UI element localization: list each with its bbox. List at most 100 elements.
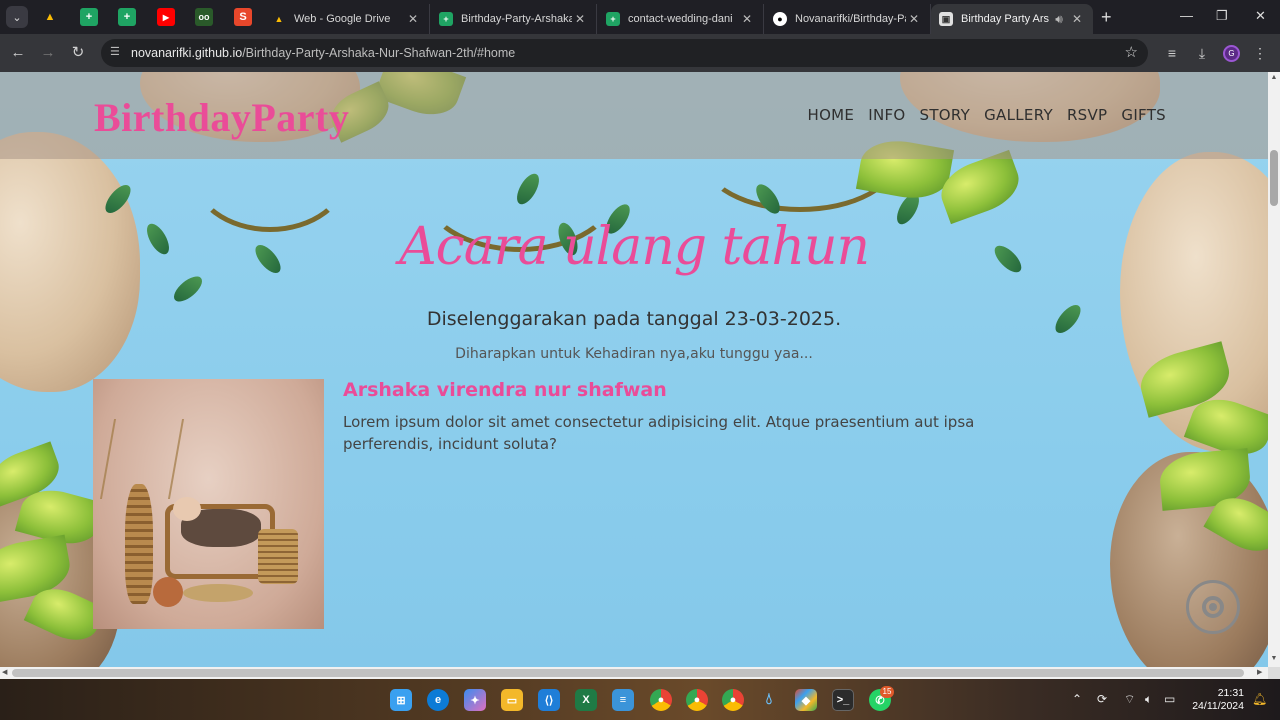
scrollbar-corner: [1268, 667, 1280, 679]
site-brand-logo[interactable]: BirthdayParty: [94, 94, 349, 141]
sheets-pinned-tab-2[interactable]: +: [118, 8, 136, 26]
shop-pinned-tab[interactable]: S: [234, 8, 252, 26]
chrome-icon[interactable]: ●: [722, 689, 744, 711]
file-explorer-icon[interactable]: ▭: [501, 689, 523, 711]
photo-basket: [258, 529, 298, 584]
tab-title: Web - Google Drive: [294, 13, 391, 25]
vscode-icon[interactable]: ⟨⟩: [538, 689, 560, 711]
download-icon[interactable]: ⤓: [1192, 43, 1212, 63]
git-icon[interactable]: ◆: [795, 689, 817, 711]
google-sheets-icon: +: [439, 12, 453, 26]
photo-vase: [125, 484, 153, 604]
chrome-icon[interactable]: ●: [650, 689, 672, 711]
site-info-icon[interactable]: ☰: [110, 45, 124, 59]
minimize-icon[interactable]: —: [1180, 8, 1193, 23]
photo-baby-head: [173, 497, 201, 521]
close-icon[interactable]: ✕: [572, 12, 588, 26]
audio-icon[interactable]: 🔊︎: [1049, 12, 1069, 27]
bookmark-star-icon[interactable]: ☆: [1125, 43, 1138, 61]
terminal-icon[interactable]: >_: [832, 689, 854, 711]
nav-home[interactable]: HOME: [808, 106, 855, 124]
nav-rsvp[interactable]: RSVP: [1067, 106, 1107, 124]
google-sheets-icon: +: [606, 12, 620, 26]
site-menu: HOME INFO STORY GALLERY RSVP GIFTS: [808, 106, 1167, 124]
notepad-icon[interactable]: ≡: [612, 689, 634, 711]
baby-photo: [93, 379, 324, 629]
tab-sheets-birthday[interactable]: + Birthday-Party-Arshaka- ✕: [431, 4, 597, 34]
youtube-pinned-tab[interactable]: ▶: [157, 8, 175, 26]
tab-title: Novanarifki/Birthday-Pa: [795, 13, 906, 25]
horizontal-scroll-thumb[interactable]: [12, 669, 1244, 677]
url-host: novanarifki.github.io: [131, 46, 243, 60]
url-text[interactable]: novanarifki.github.io/Birthday-Party-Ars…: [131, 46, 515, 60]
close-icon[interactable]: ✕: [739, 12, 755, 26]
photo-mat: [183, 584, 253, 602]
tab-title: Birthday Party Arsha: [961, 13, 1049, 25]
github-icon: ●: [773, 12, 787, 26]
windows-start-icon[interactable]: ⊞: [390, 689, 412, 711]
battery-icon[interactable]: ▭: [1164, 692, 1175, 706]
url-path: /Birthday-Party-Arshaka-Nur-Shafwan-2th/…: [242, 46, 516, 60]
music-disc-icon: [1209, 603, 1217, 611]
tab-birthday-party-active[interactable]: ▣ Birthday Party Arsha 🔊︎ ✕: [931, 4, 1093, 34]
drop-icon[interactable]: 💧︎: [758, 689, 780, 711]
tab-google-drive[interactable]: ▲ Web - Google Drive ✕: [264, 4, 430, 34]
sheets-pinned-tab-1[interactable]: +: [80, 8, 98, 26]
address-bar[interactable]: ☰ novanarifki.github.io/Birthday-Party-A…: [101, 39, 1148, 67]
vertical-scroll-thumb[interactable]: [1270, 150, 1278, 206]
reload-icon[interactable]: ↻: [68, 43, 88, 63]
edge-icon[interactable]: e: [427, 689, 449, 711]
reading-list-icon[interactable]: ≡: [1162, 43, 1182, 63]
profile-avatar[interactable]: G: [1223, 45, 1240, 62]
google-drive-pinned-tab[interactable]: ▲: [41, 8, 59, 26]
notification-bell-icon[interactable]: 🔔︎: [1252, 692, 1267, 706]
tab-github[interactable]: ● Novanarifki/Birthday-Pa ✕: [765, 4, 931, 34]
tab-search-button[interactable]: ⌄: [6, 6, 28, 28]
tab-sheets-contact[interactable]: + contact-wedding-dani ✕: [598, 4, 764, 34]
close-icon[interactable]: ✕: [1069, 12, 1085, 26]
nav-gallery[interactable]: GALLERY: [984, 106, 1053, 124]
photo-pot: [153, 577, 183, 607]
window-close-icon[interactable]: ✕: [1255, 8, 1266, 24]
restore-icon[interactable]: ❐: [1216, 8, 1228, 24]
hero-subtitle: Diselenggarakan pada tanggal 23-03-2025.: [426, 308, 842, 330]
scroll-down-icon[interactable]: ▼: [1268, 655, 1280, 662]
close-icon[interactable]: ✕: [405, 12, 421, 26]
horizontal-scrollbar[interactable]: ◀ ▶: [0, 667, 1268, 679]
clock-time: 21:31: [1217, 687, 1244, 699]
menu-kebab-icon[interactable]: ⋮: [1250, 43, 1270, 63]
vertical-scrollbar[interactable]: ▲ ▼: [1268, 72, 1280, 667]
owl-pinned-tab[interactable]: oo: [195, 8, 213, 26]
close-icon[interactable]: ✕: [906, 12, 922, 26]
system-clock[interactable]: 21:31 24/11/2024: [1190, 687, 1244, 713]
tab-title: Birthday-Party-Arshaka-: [461, 13, 572, 25]
whatsapp-unread-badge: 15: [880, 686, 894, 698]
back-icon[interactable]: ←: [8, 43, 28, 63]
page-icon: ▣: [939, 12, 953, 26]
windows-taskbar: [0, 679, 1280, 720]
nav-gifts[interactable]: GIFTS: [1121, 106, 1166, 124]
music-toggle-button[interactable]: [1186, 580, 1240, 634]
copilot-icon[interactable]: ✦: [464, 689, 486, 711]
scroll-right-icon[interactable]: ▶: [1257, 668, 1262, 676]
scroll-left-icon[interactable]: ◀: [2, 668, 7, 676]
chrome-icon[interactable]: ●: [686, 689, 708, 711]
browser-toolbar: ← → ↻ ☰ novanarifki.github.io/Birthday-P…: [0, 34, 1280, 72]
google-drive-icon: ▲: [274, 14, 284, 24]
nav-info[interactable]: INFO: [868, 106, 905, 124]
sync-icon[interactable]: ⟳: [1097, 692, 1107, 706]
person-description: Lorem ipsum dolor sit amet consectetur a…: [343, 413, 975, 453]
excel-icon[interactable]: X: [575, 689, 597, 711]
tab-title: contact-wedding-dani: [628, 13, 733, 25]
clock-date: 24/11/2024: [1192, 700, 1244, 712]
hero-title: Acara ulang tahun: [399, 217, 870, 277]
hero-note: Diharapkan untuk Kehadiran nya,aku tungg…: [455, 346, 813, 362]
tray-overflow-icon[interactable]: ⌃: [1072, 692, 1082, 706]
nav-story[interactable]: STORY: [920, 106, 971, 124]
volume-icon[interactable]: 🔈︎: [1145, 692, 1152, 707]
new-tab-button[interactable]: +: [1101, 8, 1112, 26]
forward-icon[interactable]: →: [38, 43, 58, 63]
person-name: Arshaka virendra nur shafwan: [343, 379, 667, 401]
wifi-icon[interactable]: ⌔: [1124, 692, 1135, 707]
scroll-up-icon[interactable]: ▲: [1268, 74, 1280, 81]
